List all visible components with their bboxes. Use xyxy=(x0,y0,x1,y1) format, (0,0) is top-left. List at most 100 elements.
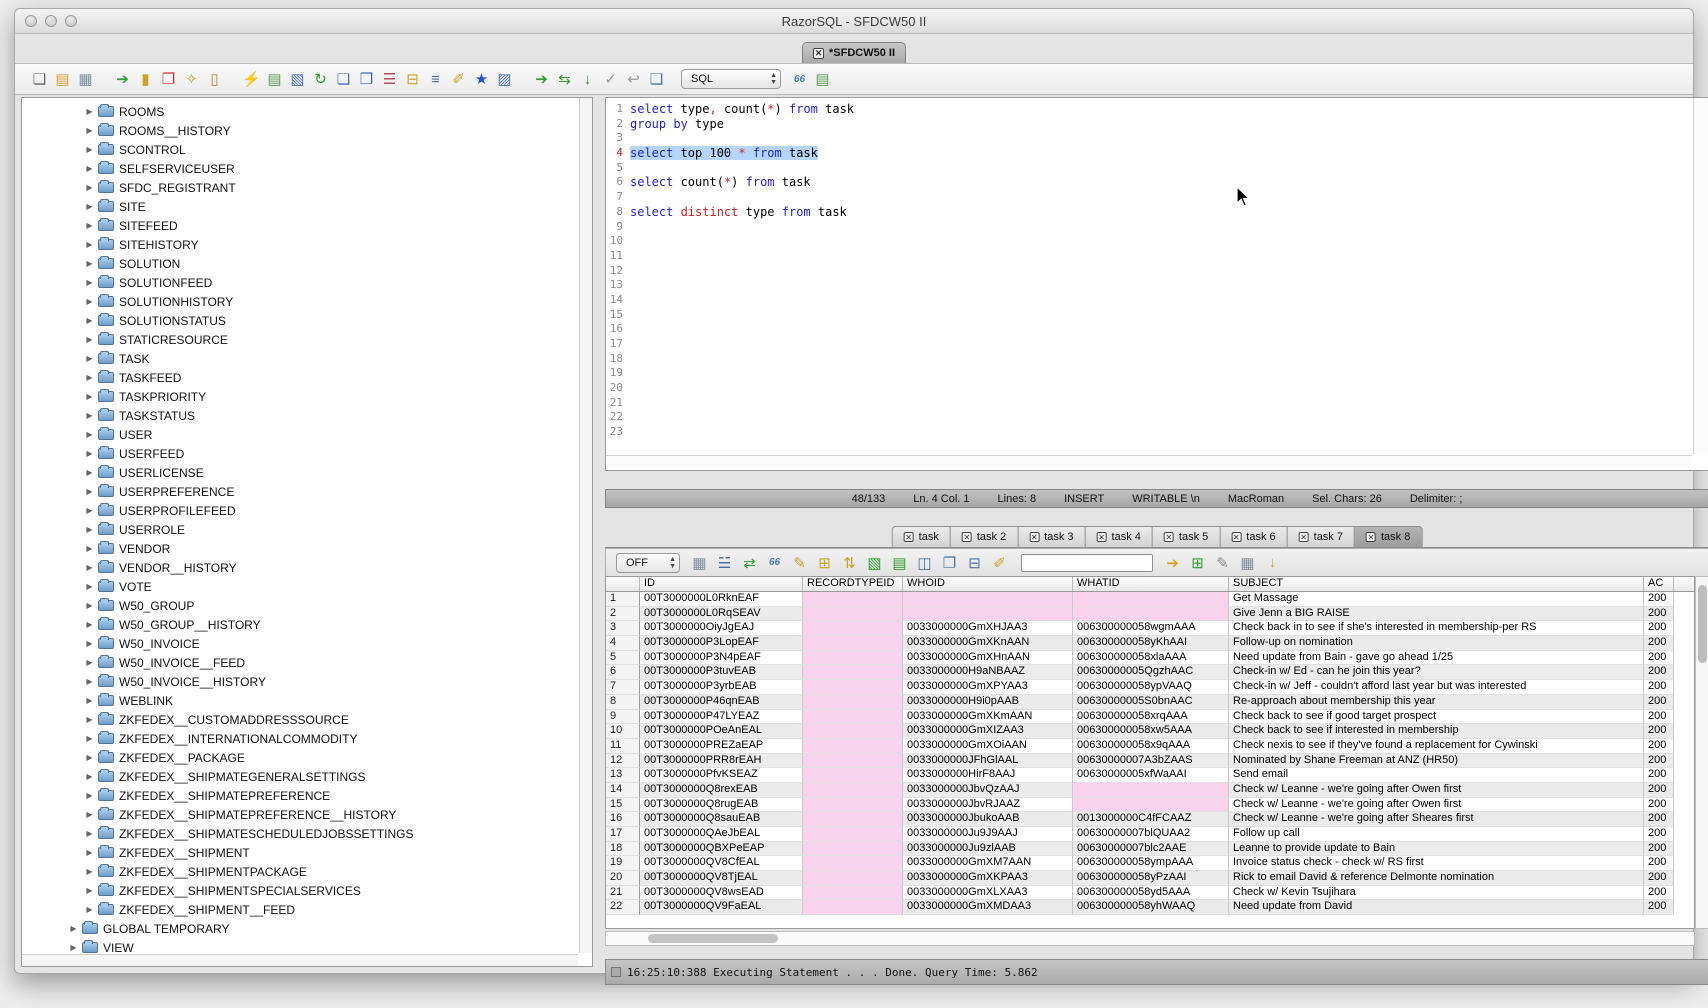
table-row[interactable]: 1200T3000000PRR8rEAH0033000000JFhGlAAL00… xyxy=(606,754,1694,769)
disclosure-triangle-icon[interactable]: ▶ xyxy=(84,563,95,572)
cell[interactable] xyxy=(1073,607,1229,622)
sql-editor[interactable]: 1select type, count(*) from task2group b… xyxy=(605,97,1708,471)
disclosure-triangle-icon[interactable]: ▶ xyxy=(68,943,79,952)
document-tab[interactable]: ✕ *SFDCW50 II xyxy=(802,42,906,63)
disclosure-triangle-icon[interactable]: ▶ xyxy=(84,544,95,553)
cell[interactable] xyxy=(803,724,903,739)
cell[interactable]: 0013000000C4fFCAAZ xyxy=(1073,812,1229,827)
disclosure-triangle-icon[interactable]: ▶ xyxy=(84,183,95,192)
cell[interactable]: 0033000000JbvQzAAJ xyxy=(903,783,1073,798)
save-plus-icon[interactable]: ▦ xyxy=(1236,552,1259,574)
column-header-subject[interactable]: SUBJECT xyxy=(1229,577,1644,591)
cell[interactable]: 00T3000000L0RqSEAV xyxy=(640,607,803,622)
cell[interactable]: 200 xyxy=(1644,680,1674,695)
tree-item[interactable]: ▶USERROLE xyxy=(22,520,578,539)
cell[interactable] xyxy=(803,886,903,901)
disclosure-triangle-icon[interactable]: ▶ xyxy=(84,810,95,819)
tree-view-icon[interactable]: ⊞ xyxy=(813,552,836,574)
edit-document-icon[interactable]: ❏ xyxy=(333,68,354,90)
disclosure-triangle-icon[interactable]: ▶ xyxy=(84,886,95,895)
format-sql-icon[interactable]: ≡ xyxy=(425,68,446,90)
cell[interactable]: 00T3000000P3N4pEAF xyxy=(640,651,803,666)
disclosure-triangle-icon[interactable]: ▶ xyxy=(84,867,95,876)
cell[interactable]: 00T3000000Q8rexEAB xyxy=(640,783,803,798)
cell[interactable] xyxy=(803,856,903,871)
cell[interactable]: 006300000058xrqAAA xyxy=(1073,710,1229,725)
tree-item[interactable]: ▶SFDC_REGISTRANT xyxy=(22,178,578,197)
cell[interactable]: 00T3000000Q8sauEAB xyxy=(640,812,803,827)
refresh-icon[interactable]: ↻ xyxy=(310,68,331,90)
cell[interactable]: 200 xyxy=(1644,798,1674,813)
save-results-icon[interactable]: ▦ xyxy=(688,552,711,574)
cell[interactable]: 0033000000GmXOiAAN xyxy=(903,739,1073,754)
cell[interactable]: 200 xyxy=(1644,754,1674,769)
zoom-window-button[interactable] xyxy=(65,15,77,27)
disclosure-triangle-icon[interactable]: ▶ xyxy=(84,316,95,325)
table-export-icon[interactable]: ▨ xyxy=(494,68,515,90)
grid-horizontal-scrollbar[interactable] xyxy=(605,931,1695,946)
disclosure-triangle-icon[interactable]: ▶ xyxy=(84,582,95,591)
disclosure-triangle-icon[interactable]: ▶ xyxy=(84,164,95,173)
table-row[interactable]: 1100T3000000PREZaEAP0033000000GmXOiAAN00… xyxy=(606,739,1694,754)
column-header-recordtypeid[interactable]: RECORDTYPEID xyxy=(803,577,903,591)
tree-item[interactable]: ▶ZKFEDEX__SHIPMENT__FEED xyxy=(22,900,578,919)
tree-item[interactable]: ▶ZKFEDEX__PACKAGE xyxy=(22,748,578,767)
table-row[interactable]: 2200T3000000QV9FaEAL0033000000GmXMDAA300… xyxy=(606,900,1694,915)
cell[interactable]: Check back in to see if she's interested… xyxy=(1229,621,1644,636)
tree-item[interactable]: ▶W50_INVOICE__HISTORY xyxy=(22,672,578,691)
tree-item[interactable]: ▶TASKSTATUS xyxy=(22,406,578,425)
tree-item[interactable]: ▶W50_GROUP__HISTORY xyxy=(22,615,578,634)
table-row[interactable]: 600T3000000P3tuvEAB0033000000H9aNBAAZ006… xyxy=(606,665,1694,680)
cell[interactable]: 0033000000GmXM7AAN xyxy=(903,856,1073,871)
cell[interactable]: 00T3000000Q8rugEAB xyxy=(640,798,803,813)
tree-item[interactable]: ▶ZKFEDEX__SHIPMENTSPECIALSERVICES xyxy=(22,881,578,900)
tree-item[interactable]: ▶USERPROFILEFEED xyxy=(22,501,578,520)
column-header-whoid[interactable]: WHOID xyxy=(903,577,1073,591)
table-row[interactable]: 1000T3000000POeAnEAL0033000000GmXIZAA300… xyxy=(606,724,1694,739)
disclosure-triangle-icon[interactable]: ▶ xyxy=(84,145,95,154)
tree-item[interactable]: ▶USERFEED xyxy=(22,444,578,463)
tree-item[interactable]: ▶ZKFEDEX__SHIPMATEGENERALSETTINGS xyxy=(22,767,578,786)
grid-vscroll-thumb[interactable] xyxy=(1698,585,1707,663)
disclosure-triangle-icon[interactable]: ▶ xyxy=(84,373,95,382)
tree-item[interactable]: ▶STATICRESOURCE xyxy=(22,330,578,349)
cell[interactable]: 00T3000000PRR8rEAH xyxy=(640,754,803,769)
disclosure-triangle-icon[interactable]: ▶ xyxy=(84,734,95,743)
cell[interactable]: 006300000058yd5AAA xyxy=(1073,886,1229,901)
filter-icon[interactable]: ☱ xyxy=(713,552,736,574)
tree-item[interactable]: ▶ZKFEDEX__SHIPMATEPREFERENCE__HISTORY xyxy=(22,805,578,824)
cell[interactable]: 200 xyxy=(1644,886,1674,901)
sort-icon[interactable]: ⇅ xyxy=(838,552,861,574)
cell[interactable]: Check w/ Leanne - we're going after Owen… xyxy=(1229,783,1644,798)
tree-item[interactable]: ▶ZKFEDEX__SHIPMATEPREFERENCE xyxy=(22,786,578,805)
cell[interactable]: 200 xyxy=(1644,695,1674,710)
preview-results-icon[interactable]: 66 xyxy=(789,68,810,90)
sidebar-vertical-scrollbar[interactable] xyxy=(579,98,592,953)
tab-close-icon[interactable]: ✕ xyxy=(962,532,972,542)
cell[interactable]: 006300000058wgmAAA xyxy=(1073,621,1229,636)
cell[interactable]: Get Massage xyxy=(1229,592,1644,607)
cell[interactable]: 200 xyxy=(1644,842,1674,857)
tab-close-icon[interactable]: ✕ xyxy=(1029,532,1039,542)
disclosure-triangle-icon[interactable]: ▶ xyxy=(84,259,95,268)
disclosure-triangle-icon[interactable]: ▶ xyxy=(84,297,95,306)
cell[interactable]: Check-in w/ Jeff - couldn't afford last … xyxy=(1229,680,1644,695)
cell[interactable]: 200 xyxy=(1644,710,1674,725)
tree-item[interactable]: ▶SOLUTION xyxy=(22,254,578,273)
describe-table-icon[interactable]: ▤ xyxy=(264,68,285,90)
cell[interactable] xyxy=(803,636,903,651)
table-row[interactable]: 900T3000000P47LYEAZ0033000000GmXKmAAN006… xyxy=(606,710,1694,725)
result-tab-task-3[interactable]: ✕task 3 xyxy=(1017,526,1084,548)
cell[interactable]: 00T3000000L0RknEAF xyxy=(640,592,803,607)
favorites-icon[interactable]: ★ xyxy=(471,68,492,90)
cell[interactable]: Check w/ Leanne - we're going after Owen… xyxy=(1229,798,1644,813)
tree-item[interactable]: ▶SOLUTIONSTATUS xyxy=(22,311,578,330)
tree-item[interactable]: ▶TASKPRIORITY xyxy=(22,387,578,406)
edit-cell-icon[interactable]: ✎ xyxy=(788,552,811,574)
result-tab-task-6[interactable]: ✕task 6 xyxy=(1219,526,1286,548)
refresh-results-icon[interactable]: ⇄ xyxy=(738,552,761,574)
tree-item[interactable]: ▶GLOBAL TEMPORARY xyxy=(22,919,578,938)
cell[interactable]: Check nexis to see if they've found a re… xyxy=(1229,739,1644,754)
tree-item[interactable]: ▶ROOMS__HISTORY xyxy=(22,121,578,140)
cell[interactable] xyxy=(803,768,903,783)
